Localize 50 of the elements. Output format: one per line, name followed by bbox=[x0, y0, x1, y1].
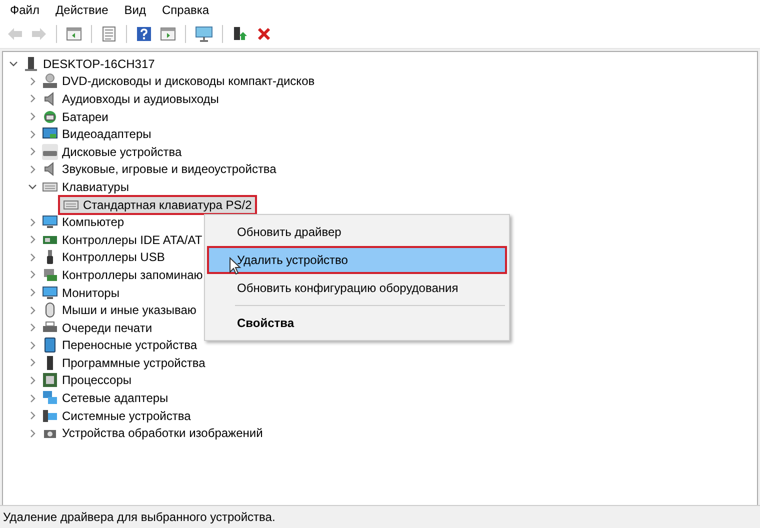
tree-item[interactable]: Дисковые устройства bbox=[62, 144, 182, 159]
window-panel-icon bbox=[160, 26, 176, 42]
computer-up-arrow-icon bbox=[232, 26, 248, 42]
menu-item[interactable]: Удалить устройство bbox=[207, 246, 507, 274]
collapse-chevron-icon[interactable] bbox=[26, 182, 38, 192]
tree-item[interactable]: Программные устройства bbox=[62, 356, 206, 370]
tree-item[interactable]: Процессоры bbox=[62, 373, 132, 388]
tree-item[interactable]: DESKTOP-16CH317 bbox=[43, 56, 155, 71]
tree-item[interactable]: Контроллеры IDE ATA/AT bbox=[62, 232, 202, 247]
tree-item[interactable]: Аудиовходы и аудиовыходы bbox=[62, 92, 219, 106]
status-text: Удаление драйвера для выбранного устройства. bbox=[3, 510, 276, 524]
tree-item[interactable]: Компьютер bbox=[62, 215, 124, 230]
window-panel-icon bbox=[66, 26, 82, 42]
computer-icon bbox=[23, 56, 39, 72]
tree-item[interactable]: DVD-дисководы и дисководы компакт-дисков bbox=[62, 74, 315, 88]
menu-item[interactable]: Свойства bbox=[207, 309, 507, 337]
menu-item[interactable]: Справка bbox=[154, 3, 218, 17]
tree-item[interactable]: Контроллеры запоминаю bbox=[62, 268, 203, 282]
properties-icon bbox=[101, 26, 117, 42]
menu-item[interactable]: Действие bbox=[48, 3, 116, 17]
monitor-icon bbox=[195, 26, 213, 42]
network-icon bbox=[42, 390, 58, 406]
tree-item[interactable]: Стандартная клавиатура PS/2 bbox=[58, 194, 257, 215]
menu-item[interactable]: Обновить драйвер bbox=[207, 218, 507, 246]
monitor-icon bbox=[42, 214, 58, 230]
tree-item[interactable]: Звуковые, игровые и видеоустройства bbox=[62, 162, 276, 176]
system-icon bbox=[42, 408, 58, 424]
dvd-icon bbox=[42, 73, 58, 90]
battery-icon bbox=[42, 108, 58, 125]
collapse-chevron-icon[interactable] bbox=[7, 59, 19, 68]
tree-item[interactable]: Мыши и иные указываю bbox=[62, 303, 196, 318]
menu-item[interactable]: Файл bbox=[2, 3, 48, 17]
tree-item[interactable]: Мониторы bbox=[62, 286, 120, 300]
monitor-icon bbox=[42, 284, 58, 301]
tree-item[interactable]: Батареи bbox=[62, 110, 108, 124]
cpu-icon bbox=[42, 372, 58, 388]
help-icon bbox=[136, 26, 152, 42]
tree-item[interactable]: Переносные устройства bbox=[62, 338, 198, 352]
tree-item[interactable]: Видеоадаптеры bbox=[62, 127, 152, 142]
forward-arrow-icon bbox=[31, 26, 47, 42]
tree-item[interactable]: Клавиатуры bbox=[62, 180, 129, 194]
tree-item[interactable]: Контроллеры USB bbox=[62, 250, 165, 264]
back-arrow-icon bbox=[7, 26, 23, 42]
tree-item[interactable]: Системные устройства bbox=[62, 408, 191, 423]
tree-item[interactable]: Очереди печати bbox=[62, 320, 152, 335]
tree-item[interactable]: Устройства обработки изображений bbox=[62, 426, 263, 440]
close-icon bbox=[256, 26, 272, 42]
menu-item[interactable]: Вид bbox=[116, 3, 154, 17]
menu-item[interactable]: Обновить конфигурацию оборудования bbox=[207, 274, 507, 302]
tree-item[interactable]: Сетевые адаптеры bbox=[62, 391, 168, 406]
